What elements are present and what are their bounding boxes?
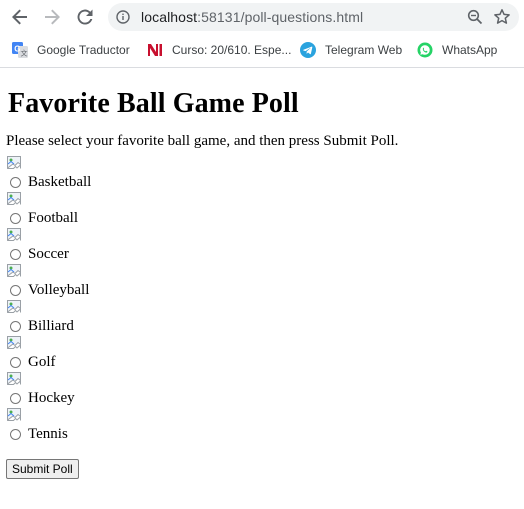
broken-image-icon — [7, 336, 21, 349]
svg-text:G: G — [14, 45, 20, 54]
radio-tennis[interactable] — [10, 428, 21, 440]
page-instructions: Please select your favorite ball game, a… — [6, 133, 399, 149]
browser-toolbar: localhost:58131/poll-questions.html — [0, 0, 524, 34]
star-icon[interactable] — [493, 8, 511, 26]
radio-hockey[interactable] — [10, 392, 21, 404]
whatsapp-icon — [417, 42, 433, 58]
poll-option-hockey: Hockey — [6, 371, 516, 407]
option-label[interactable]: Billiard — [28, 317, 74, 335]
poll-option-basketball: Basketball — [6, 155, 516, 191]
radio-golf[interactable] — [10, 356, 21, 368]
bookmark-label: Telegram Web — [325, 43, 403, 57]
svg-text:文: 文 — [21, 49, 28, 58]
poll-option-volleyball: Volleyball — [6, 263, 516, 299]
bookmarks-bar: G 文 Google Traductor Curso: 20/610. Espe… — [0, 34, 524, 68]
option-label[interactable]: Soccer — [28, 245, 69, 263]
radio-billiard[interactable] — [10, 320, 21, 332]
bookmark-google-traductor[interactable]: G 文 Google Traductor — [12, 42, 130, 58]
option-label[interactable]: Volleyball — [28, 281, 89, 299]
broken-image-icon — [7, 408, 21, 421]
reload-button[interactable] — [73, 5, 97, 29]
option-label[interactable]: Hockey — [28, 389, 75, 407]
poll-option-tennis: Tennis — [6, 407, 516, 443]
reload-icon — [77, 9, 93, 25]
page-title: Favorite Ball Game Poll — [8, 88, 299, 119]
forward-button[interactable] — [40, 5, 64, 29]
url-host: localhost — [141, 9, 198, 25]
bookmark-label: Curso: 20/610. Espe... — [172, 43, 292, 57]
radio-soccer[interactable] — [10, 248, 21, 260]
poll-options: Basketball Football Soccer Volleyball Bi… — [6, 155, 516, 443]
poll-option-golf: Golf — [6, 335, 516, 371]
address-bar[interactable]: localhost:58131/poll-questions.html — [108, 3, 519, 31]
url-path: :58131/poll-questions.html — [197, 9, 364, 25]
back-button[interactable] — [8, 5, 32, 29]
bookmark-whatsapp[interactable]: WhatsApp — [417, 42, 497, 58]
radio-volleyball[interactable] — [10, 284, 21, 296]
submit-poll-button[interactable]: Submit Poll — [6, 459, 79, 479]
radio-football[interactable] — [10, 212, 21, 224]
broken-image-icon — [7, 228, 21, 241]
page-content: Favorite Ball Game Poll Please select yo… — [0, 87, 524, 443]
poll-option-billiard: Billiard — [6, 299, 516, 335]
broken-image-icon — [7, 156, 21, 169]
arrow-right-icon — [45, 9, 60, 25]
google-translate-icon: G 文 — [12, 42, 28, 58]
poll-option-football: Football — [6, 191, 516, 227]
ni-icon — [148, 44, 162, 56]
arrow-left-icon — [12, 9, 27, 25]
zoom-icon[interactable] — [467, 9, 483, 25]
bookmark-curso[interactable]: Curso: 20/610. Espe... — [147, 42, 291, 58]
option-label[interactable]: Tennis — [28, 425, 68, 443]
telegram-icon — [300, 42, 316, 58]
broken-image-icon — [7, 192, 21, 205]
option-label[interactable]: Golf — [28, 353, 56, 371]
broken-image-icon — [7, 372, 21, 385]
bookmark-telegram[interactable]: Telegram Web — [300, 42, 402, 58]
radio-basketball[interactable] — [10, 176, 21, 188]
broken-image-icon — [7, 264, 21, 277]
url-text: localhost:58131/poll-questions.html — [141, 9, 363, 25]
broken-image-icon — [7, 300, 21, 313]
bookmark-label: Google Traductor — [37, 43, 130, 57]
option-label[interactable]: Football — [28, 209, 78, 227]
poll-option-soccer: Soccer — [6, 227, 516, 263]
info-icon[interactable] — [116, 10, 130, 24]
option-label[interactable]: Basketball — [28, 173, 91, 191]
bookmark-label: WhatsApp — [442, 43, 498, 57]
